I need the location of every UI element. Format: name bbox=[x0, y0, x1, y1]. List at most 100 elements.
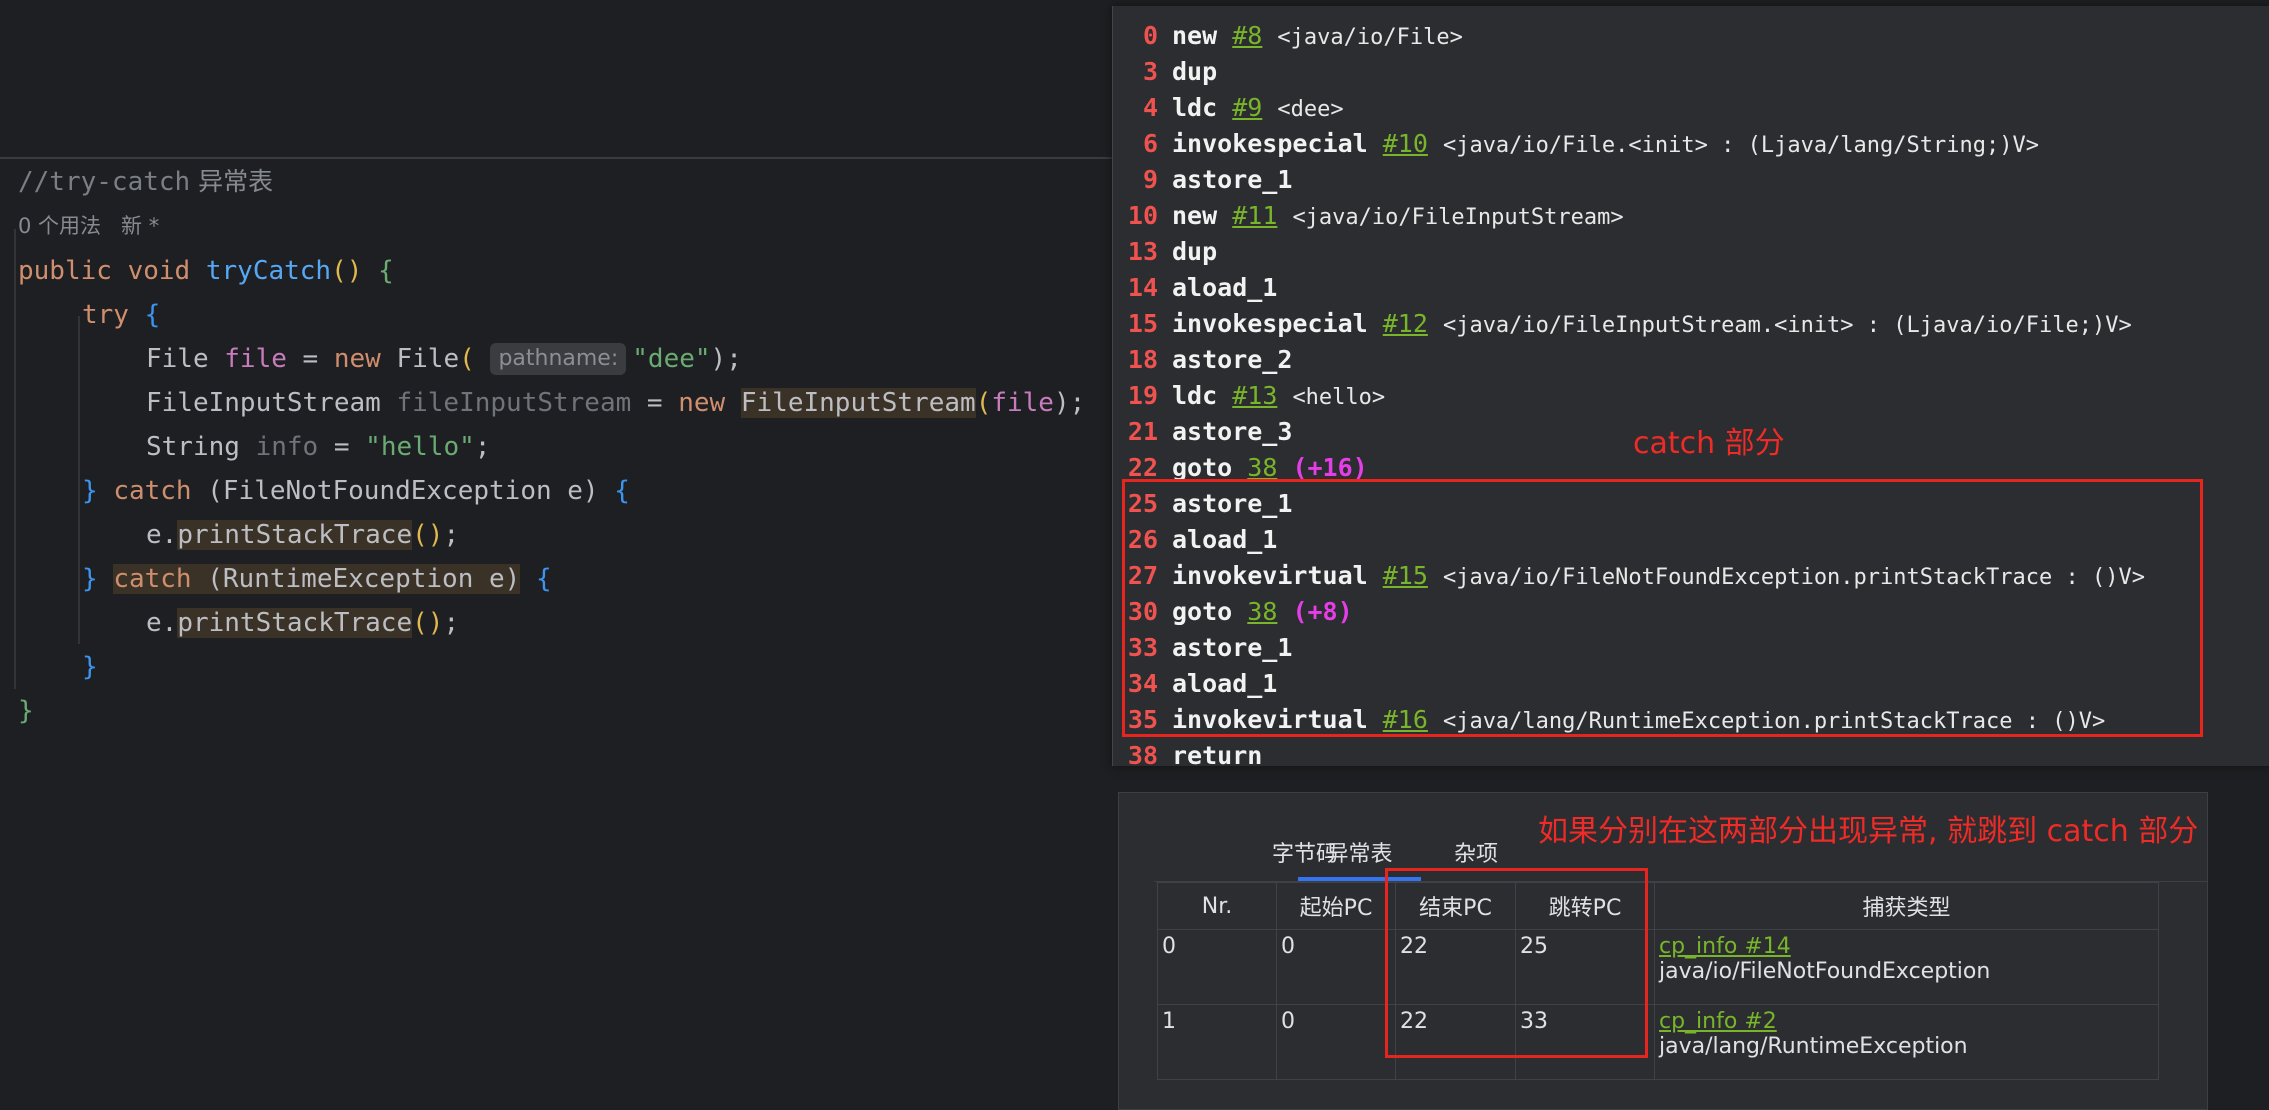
bytecode-line[interactable]: 38 return bbox=[1113, 738, 2263, 774]
bytecode-line[interactable]: 6 invokespecial #10 <java/io/File.<init> … bbox=[1113, 126, 2263, 162]
type-name: String bbox=[146, 432, 240, 462]
operand-comment: <java/io/FileInputStream.<init> : (Ljava… bbox=[1442, 313, 2132, 338]
bytecode-line[interactable]: 18 astore_2 bbox=[1113, 342, 2263, 378]
argument: file bbox=[991, 388, 1054, 418]
col-header-nr[interactable]: Nr. bbox=[1157, 882, 1277, 930]
bytecode-offset: 10 bbox=[1127, 201, 1158, 230]
col-header-catch-type[interactable]: 捕获类型 bbox=[1654, 882, 2159, 930]
bytecode-offset: 9 bbox=[1142, 165, 1158, 194]
opcode: new bbox=[1172, 201, 1218, 230]
type-name: FileInputStream bbox=[146, 388, 381, 418]
constant-pool-ref-link[interactable]: #11 bbox=[1232, 201, 1277, 230]
code-line-info: String info = "hello"; bbox=[146, 425, 490, 469]
paren: ( bbox=[459, 344, 475, 374]
operator: = bbox=[286, 344, 334, 374]
method-parens: () bbox=[331, 256, 363, 286]
opcode: ldc bbox=[1172, 93, 1218, 122]
opcode: ldc bbox=[1172, 381, 1218, 410]
table-header-row: Nr. 起始PC 结束PC 跳转PC 捕获类型 bbox=[1157, 882, 2159, 930]
keyword-catch: catch bbox=[113, 564, 192, 594]
constant-pool-ref-link[interactable]: #12 bbox=[1383, 309, 1428, 338]
bytecode-line[interactable]: 19 ldc #13 <hello> bbox=[1113, 378, 2263, 414]
try-close-brace: } bbox=[82, 652, 98, 682]
bytecode-line[interactable]: 14 aload_1 bbox=[1113, 270, 2263, 306]
print-line-2: e.printStackTrace(); bbox=[146, 601, 459, 645]
catch-params: (FileNotFoundException e) bbox=[207, 476, 599, 506]
paren: ); bbox=[710, 344, 742, 374]
bytecode-line[interactable]: 3 dup bbox=[1113, 54, 2263, 90]
code-comment: //try-catch bbox=[18, 167, 191, 197]
constant-pool-ref-link[interactable]: #13 bbox=[1232, 381, 1277, 410]
exception-class-name: java/lang/RuntimeException bbox=[1659, 1034, 1968, 1059]
parameter-hint: pathname: bbox=[490, 343, 627, 375]
keyword-new: new bbox=[678, 388, 726, 418]
usage-hint[interactable]: 0 个用法 新 * bbox=[18, 206, 159, 246]
keyword-catch: catch bbox=[113, 476, 192, 506]
code-line-stream: FileInputStream fileInputStream = new Fi… bbox=[146, 381, 1085, 425]
table-row[interactable]: 1 0 22 33 cp_info #2 java/lang/RuntimeEx… bbox=[1157, 1004, 2159, 1080]
exception-table: Nr. 起始PC 结束PC 跳转PC 捕获类型 0 0 22 25 cp_inf… bbox=[1157, 882, 2159, 1080]
bytecode-offset: 14 bbox=[1127, 273, 1158, 302]
print-line-1: e.printStackTrace(); bbox=[146, 513, 459, 557]
bytecode-line[interactable]: 13 dup bbox=[1113, 234, 2263, 270]
bytecode-line[interactable]: 4 ldc #9 <dee> bbox=[1113, 90, 2263, 126]
bytecode-instruction: return bbox=[1172, 738, 1262, 774]
bytecode-offset: 6 bbox=[1142, 129, 1158, 158]
open-brace: { bbox=[535, 564, 552, 594]
opcode: goto bbox=[1172, 453, 1233, 482]
bytecode-instruction: invokespecial #12 <java/io/FileInputStre… bbox=[1172, 306, 2132, 344]
catch-line-1: } catch (FileNotFoundException e) { bbox=[82, 469, 630, 513]
cell-catch-type: cp_info #14 java/io/FileNotFoundExceptio… bbox=[1654, 929, 2159, 1005]
keyword-try: try bbox=[82, 300, 129, 330]
string-literal: "dee" bbox=[632, 344, 711, 374]
bytecode-line[interactable]: 10 new #11 <java/io/FileInputStream> bbox=[1113, 198, 2263, 234]
opcode: astore_2 bbox=[1172, 345, 1293, 374]
operand-comment: <java/io/File> bbox=[1277, 25, 1463, 50]
constant-pool-ref-link[interactable]: 38 bbox=[1247, 453, 1277, 482]
receiver: e. bbox=[146, 520, 178, 550]
bytecode-line[interactable]: 9 astore_1 bbox=[1113, 162, 2263, 198]
cp-info-link[interactable]: cp_info #2 bbox=[1659, 1009, 2154, 1034]
catch-params: (RuntimeException e) bbox=[207, 564, 521, 594]
bytecode-line[interactable]: 15 invokespecial #12 <java/io/FileInputSt… bbox=[1113, 306, 2263, 342]
cp-info-link[interactable]: cp_info #14 bbox=[1659, 934, 2154, 959]
constant-pool-ref-link[interactable]: #9 bbox=[1232, 93, 1262, 122]
exception-class-name: java/io/FileNotFoundException bbox=[1659, 959, 1991, 984]
bytecode-instruction: astore_2 bbox=[1172, 342, 1292, 378]
close-brace: } bbox=[82, 564, 98, 594]
operand-comment: <hello> bbox=[1292, 385, 1386, 410]
cell-start-pc: 0 bbox=[1276, 1004, 1396, 1080]
cell-catch-type: cp_info #2 java/lang/RuntimeException bbox=[1654, 1004, 2159, 1080]
constant-pool-ref-link[interactable]: #8 bbox=[1232, 21, 1262, 50]
catch-section-highlight-box bbox=[1122, 479, 2203, 737]
opcode: return bbox=[1172, 741, 1263, 770]
bytecode-instruction: dup bbox=[1172, 234, 1217, 270]
constant-pool-ref-link[interactable]: #10 bbox=[1383, 129, 1428, 158]
table-row[interactable]: 0 0 22 25 cp_info #14 java/io/FileNotFou… bbox=[1157, 929, 2159, 1005]
bytecode-offset: 19 bbox=[1127, 381, 1158, 410]
semicolon: ; bbox=[474, 432, 491, 462]
bytecode-instruction: invokespecial #10 <java/io/File.<init> :… bbox=[1172, 126, 2039, 164]
keyword-new: new bbox=[333, 344, 381, 374]
col-header-start-pc[interactable]: 起始PC bbox=[1276, 882, 1396, 930]
keyword-void: void bbox=[127, 256, 191, 286]
open-brace: { bbox=[614, 476, 630, 506]
opcode: invokespecial bbox=[1172, 309, 1368, 338]
pc-columns-highlight-box bbox=[1385, 868, 1648, 1058]
operand-comment: <java/io/FileInputStream> bbox=[1292, 205, 1624, 230]
method-signature-line: public void tryCatch() { bbox=[18, 249, 394, 293]
paren: () bbox=[412, 520, 444, 550]
operand-comment: <java/io/File.<init> : (Ljava/lang/Strin… bbox=[1442, 133, 2039, 158]
opcode: aload_1 bbox=[1172, 273, 1278, 302]
bytecode-instruction: aload_1 bbox=[1172, 270, 1277, 306]
opcode: dup bbox=[1172, 237, 1218, 266]
constructor-name: File bbox=[396, 344, 460, 374]
catch-line-2: } catch (RuntimeException e) { bbox=[82, 557, 552, 601]
indent-guide bbox=[14, 229, 16, 689]
cell-start-pc: 0 bbox=[1276, 929, 1396, 1005]
bytecode-instruction: ldc #13 <hello> bbox=[1172, 378, 1385, 416]
bytecode-line[interactable]: 0 new #8 <java/io/File> bbox=[1113, 18, 2263, 54]
code-editor[interactable]: //try-catch 异常表 0 个用法 新 * public void tr… bbox=[0, 0, 1112, 1108]
jump-offset: (+16) bbox=[1292, 453, 1368, 482]
paren: () bbox=[412, 608, 444, 638]
